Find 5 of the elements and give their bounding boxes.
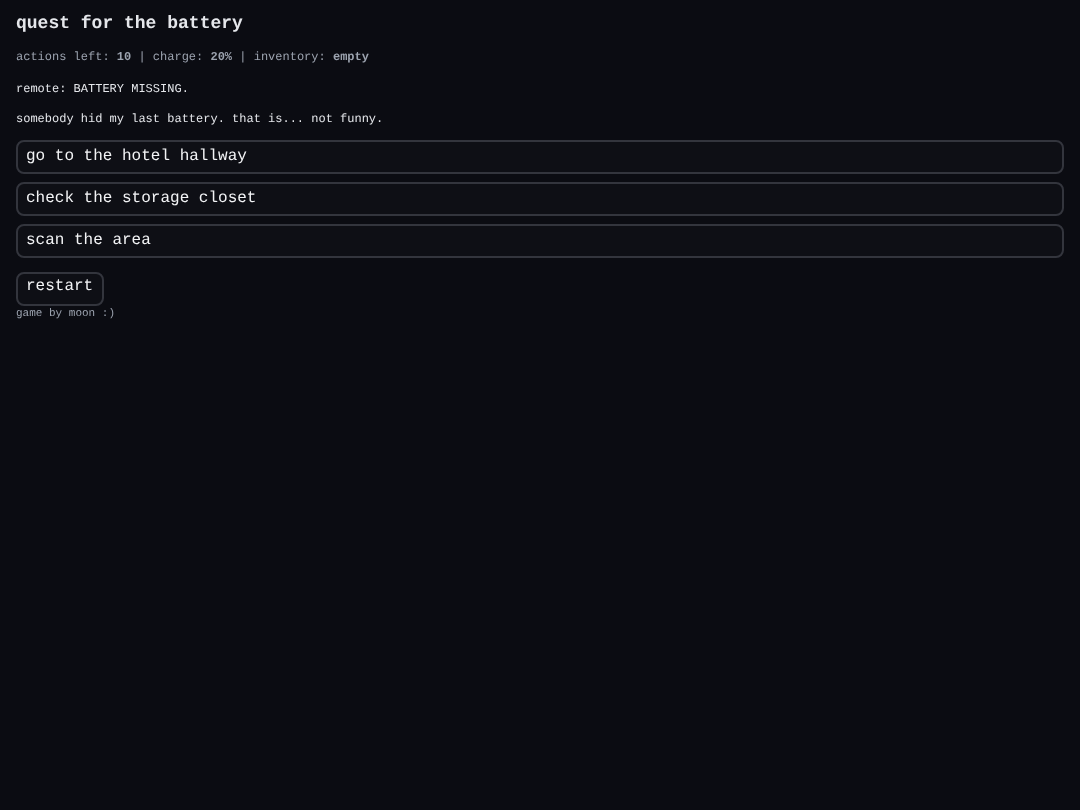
choice-button[interactable]: go to the hotel hallway [16, 140, 1064, 174]
choice-button[interactable]: check the storage closet [16, 182, 1064, 216]
game-title: quest for the battery [16, 14, 245, 36]
choice-button[interactable]: scan the area [16, 224, 1064, 258]
restart-button[interactable]: restart [16, 271, 104, 305]
